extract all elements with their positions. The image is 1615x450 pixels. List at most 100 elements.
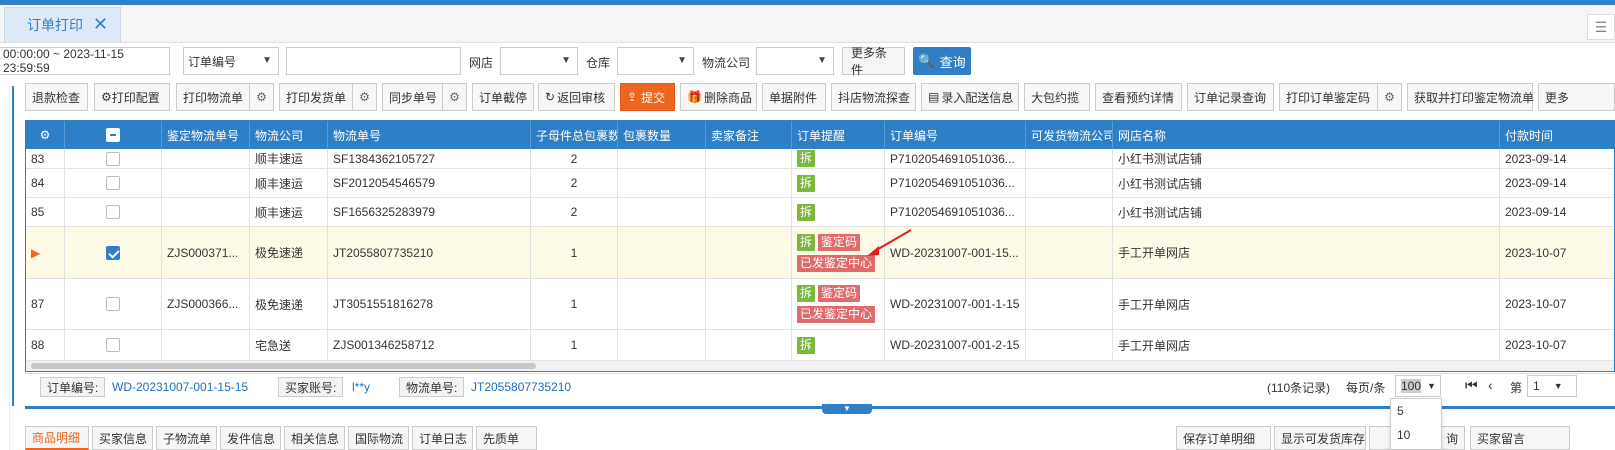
package-count-cell [618,227,706,278]
table-row[interactable]: 88 宅急送 ZJS001346258712 1 拆 WD-20231007-001-2-… [26,330,1614,361]
row-checkbox[interactable] [65,198,162,226]
package-count-cell [618,330,706,360]
collapse-handle-icon[interactable]: ▼ [822,404,872,414]
scrollbar-thumb[interactable] [31,363,536,369]
identify-code-tag: 鉴定码 [818,233,861,251]
panel-splitter[interactable] [25,406,1615,409]
order-field-select[interactable]: 订单编号 ▼ [183,47,279,75]
gear-icon[interactable]: ⚙ [443,83,467,111]
table-row[interactable]: 85 顺丰速运 SF1656325283979 2 拆 P7102054691051036… [26,198,1614,227]
col-shop-name[interactable]: 网店名称 [1113,121,1500,149]
col-total-packages[interactable]: 子母件总包裹数 [531,121,618,149]
warehouse-label: 仓库 [586,56,611,70]
sync-number-button[interactable]: 同步单号 [382,83,443,111]
row-checkbox[interactable] [65,330,162,360]
menu-icon[interactable]: ☰ [1587,14,1615,40]
warehouse-select[interactable]: ▼ [617,47,694,75]
per-page-option[interactable]: 10 [1391,423,1441,447]
submit-button[interactable]: ⇪ 提交 [620,83,675,111]
delete-product-button[interactable]: 🎁 删除商品 [680,83,757,111]
first-page-icon[interactable]: ⏮ [1465,377,1478,394]
available-logistics-cell [1026,149,1113,168]
tab-sender-info[interactable]: 发件信息 [220,426,281,450]
gear-icon[interactable]: ⚙ [1378,83,1402,111]
row-checkbox[interactable] [65,227,162,278]
tab-product-detail[interactable]: 商品明细 [25,426,89,450]
enter-delivery-button[interactable]: ▤ 录入配送信息 [921,83,1019,111]
alert-tags: 拆鉴定码 已发鉴定中心 [797,285,878,323]
table-row[interactable]: 83 顺丰速运 SF1384362105727 2 拆 P7102054691051036… [26,149,1614,169]
buyer-message-tab[interactable]: 买家留言 [1470,426,1570,450]
select-all-checkbox[interactable] [65,121,162,149]
date-range-input[interactable]: 00:00:00 ~ 2023-11-15 23:59:59 [0,47,170,75]
page-select[interactable]: 1 ▼ [1527,375,1577,397]
tab-related-info[interactable]: 相关信息 [284,426,345,450]
shop-select[interactable]: ▼ [500,47,578,75]
row-checkbox[interactable] [65,279,162,329]
print-identify-code-button[interactable]: 打印订单鉴定码 [1279,83,1378,111]
gear-icon[interactable]: ⚙ [353,83,377,111]
tab-quality[interactable]: 先质单 [476,426,537,450]
tab-order-log[interactable]: 订单日志 [412,426,473,450]
refund-check-button[interactable]: 退款检查 [25,83,88,111]
logistics-company-cell: 极免速递 [250,279,328,329]
attachments-button[interactable]: 单据附件 [762,83,826,111]
tab-buyer-info[interactable]: 买家信息 [92,426,153,450]
show-stock-button[interactable]: 显示可发货库存 [1274,426,1366,450]
chevron-down-icon: ▼ [262,55,272,66]
col-seller-note[interactable]: 卖家备注 [706,121,792,149]
checkbox-mark [106,297,120,311]
table-row[interactable]: ▶ ZJS000371... 极免速递 JT2055807735210 1 拆鉴定码 已发鉴… [26,227,1614,279]
col-available-logistics[interactable]: 可发货物流公司 [1026,121,1113,149]
save-order-detail-button[interactable]: 保存订单明细 [1176,426,1271,450]
table-row[interactable]: 87 ZJS000366... 极免速递 JT3051551816278 1 拆鉴定码 已发… [26,279,1614,330]
per-page-select[interactable]: 100 ▼ [1395,375,1441,397]
booking-detail-button[interactable]: 查看预约详情 [1095,83,1182,111]
gear-icon[interactable]: ⚙ [250,83,274,111]
col-order-alert[interactable]: 订单提醒 [792,121,885,149]
split-tag: 拆 [797,203,816,221]
print-waybill-button[interactable]: 打印物流单 [176,83,250,111]
split-tag: 拆 [797,285,816,302]
more-button[interactable]: 更多 [1538,83,1615,111]
payment-time-cell: 2023-10-07 [1500,227,1614,278]
prev-page-icon[interactable]: ‹ [1488,377,1493,393]
get-print-identify-waybill-button[interactable]: 获取并打印鉴定物流单 [1407,83,1534,111]
col-payment-time[interactable]: 付款时间 [1500,121,1614,149]
col-package-count[interactable]: 包裹数量 [618,121,706,149]
print-invoice-button[interactable]: 打印发货单 [279,83,353,111]
tab-order-print[interactable]: 订单打印 ✕ [4,7,121,42]
print-config-button[interactable]: ⚙ 打印配置 [94,83,170,111]
more-conditions-button[interactable]: 更多条件 [842,46,905,77]
alert-tags: 拆 [797,336,818,354]
tab-sub-waybill[interactable]: 子物流单 [156,426,217,450]
horizontal-scrollbar[interactable] [26,361,1614,371]
col-logistics-company[interactable]: 物流公司 [250,121,328,149]
per-page-option[interactable]: 5 [1391,399,1441,423]
order-stop-button[interactable]: 订单截停 [472,83,534,111]
douyin-logistics-button[interactable]: 抖店物流探查 [831,83,916,111]
close-icon[interactable]: ✕ [93,14,108,35]
order-log-query-button[interactable]: 订单记录查询 [1187,83,1274,111]
tab-intl-logistics[interactable]: 国际物流 [348,426,409,450]
search-input[interactable] [286,47,461,75]
col-tracking-number[interactable]: 物流单号 [328,121,531,149]
shop-name-cell: 小红书测试店铺 [1113,169,1500,197]
gear-icon[interactable]: ⚙ [26,121,65,149]
col-order-number[interactable]: 订单编号 [885,121,1026,149]
query-button[interactable]: 🔍 查询 [913,47,971,75]
col-identify-waybill[interactable]: 鉴定物流单号 [162,121,250,149]
logistics-company-cell: 顺丰速运 [250,169,328,197]
row-checkbox[interactable] [65,169,162,197]
table-row[interactable]: 84 顺丰速运 SF2012054546579 2 拆 P7102054691051036… [26,169,1614,198]
current-row-icon: ▶ [26,227,65,278]
sent-to-center-tag: 已发鉴定中心 [797,254,876,272]
return-review-button[interactable]: ↻ 返回审核 [538,83,615,111]
available-logistics-cell [1026,227,1113,278]
logistics-select[interactable]: ▼ [756,47,834,75]
row-checkbox[interactable] [65,149,162,168]
alert-tag-line: 拆 [797,174,818,192]
per-page-value: 100 [1401,379,1422,393]
bulk-pickup-button[interactable]: 大包约揽 [1024,83,1090,111]
split-tag: 拆 [797,174,816,192]
